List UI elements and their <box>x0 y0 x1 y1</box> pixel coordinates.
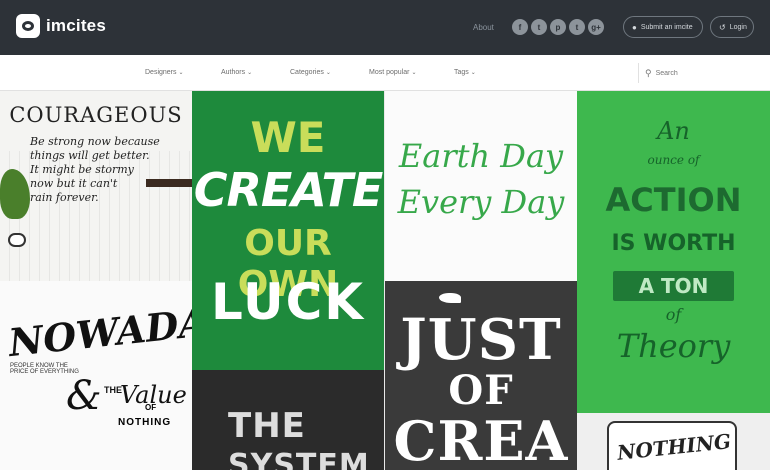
login-button[interactable]: ↺ Login <box>710 16 754 38</box>
robot-illustration <box>8 233 26 247</box>
quote-tile-action[interactable]: An ounce of ACTION IS WORTH A TON of The… <box>577 91 770 413</box>
quote-word: ACTION <box>605 181 742 219</box>
quote-word: An <box>657 117 690 145</box>
quote-tile-courageous[interactable]: COURAGEOUS Be strong now because things … <box>0 91 192 281</box>
social-links: f t p t g+ <box>512 19 604 35</box>
nav-label: Tags <box>454 69 469 76</box>
pin-icon: ● <box>632 22 637 32</box>
facebook-icon[interactable]: f <box>512 19 528 35</box>
logo[interactable]: imcites <box>16 14 106 38</box>
nav-label: Authors <box>221 69 246 76</box>
tile-title: NOWADAYS <box>6 293 192 366</box>
quote-word: ounce of <box>647 153 700 167</box>
twitter-icon[interactable]: t <box>531 19 547 35</box>
quote-word: LUCK <box>210 273 366 331</box>
login-label: Login <box>729 23 747 31</box>
logo-text: imcites <box>46 16 106 35</box>
quote-line: things will get better. <box>30 149 150 162</box>
nav-label: Designers <box>145 69 177 76</box>
quote-tile-mug[interactable]: NOTHING <box>577 413 770 470</box>
quote-tile-luck[interactable]: WE CREATE OUR OWN LUCK <box>192 91 384 370</box>
quote-word: A TON <box>638 274 709 298</box>
quote-tile-nowadays[interactable]: NOWADAYS PEOPLE KNOW THE PRICE OF EVERYT… <box>0 281 192 470</box>
tile-title: COURAGEOUS <box>9 103 183 127</box>
hut-illustration <box>146 179 192 187</box>
quote-line: It might be stormy <box>30 163 134 176</box>
search-icon: ⚲ <box>645 67 652 78</box>
nav-label: Most popular <box>369 69 410 76</box>
quote-word: of <box>665 305 682 324</box>
google-plus-icon[interactable]: g+ <box>588 19 604 35</box>
chevron-down-icon: ⌄ <box>411 70 417 76</box>
quote-word: SYSTEM <box>228 448 370 470</box>
nav-categories[interactable]: Categories ⌄ <box>290 69 331 76</box>
quote-line: Be strong now because <box>30 135 160 148</box>
top-bar: imcites About f t p t g+ ● Submit an imc… <box>0 0 770 55</box>
quote-word: WE <box>250 113 326 162</box>
chevron-down-icon: ⌄ <box>178 70 184 76</box>
quote-word: Theory <box>616 327 731 365</box>
nav-most-popular[interactable]: Most popular ⌄ <box>369 69 417 76</box>
quote-word: THE <box>228 406 306 446</box>
chevron-down-icon: ⌄ <box>247 70 253 76</box>
quote-word: Earth Day <box>398 137 564 175</box>
nav-authors[interactable]: Authors ⌄ <box>221 69 252 76</box>
quote-word: Every Day <box>397 183 565 221</box>
quote-tile-creativity[interactable]: JUST OF CREA <box>385 281 577 470</box>
quote-word: OF <box>145 403 157 412</box>
quote-line: rain forever. <box>30 191 99 204</box>
nav-label: Categories <box>290 69 324 76</box>
quote-tile-earthday[interactable]: Earth Day Every Day <box>385 91 577 281</box>
ampersand: & <box>66 373 102 419</box>
login-icon: ↺ <box>719 22 726 32</box>
chevron-down-icon: ⌄ <box>470 70 476 76</box>
nav-designers[interactable]: Designers ⌄ <box>145 69 184 76</box>
quote-word: JUST <box>400 307 562 373</box>
search-box[interactable]: ⚲ <box>638 63 770 83</box>
quote-tile-system[interactable]: THE SYSTEM <box>192 370 384 470</box>
filter-nav: Designers ⌄ Authors ⌄ Categories ⌄ Most pop… <box>0 55 770 91</box>
logo-icon <box>16 14 40 38</box>
nav-tags[interactable]: Tags ⌄ <box>454 69 476 76</box>
quote-word: CREATE <box>193 163 384 217</box>
quote-word: NOTHING <box>118 417 172 428</box>
chevron-down-icon: ⌄ <box>325 70 331 76</box>
pinterest-icon[interactable]: p <box>550 19 566 35</box>
submit-button[interactable]: ● Submit an imcite <box>623 16 703 38</box>
bird-illustration <box>439 293 461 303</box>
tumblr-icon[interactable]: t <box>569 19 585 35</box>
quote-word: CREA <box>393 409 569 470</box>
quote-word: OF <box>448 367 514 414</box>
quote-word: IS WORTH <box>611 231 736 256</box>
submit-label: Submit an imcite <box>640 23 693 31</box>
about-link[interactable]: About <box>473 23 494 32</box>
search-input[interactable] <box>655 69 756 77</box>
